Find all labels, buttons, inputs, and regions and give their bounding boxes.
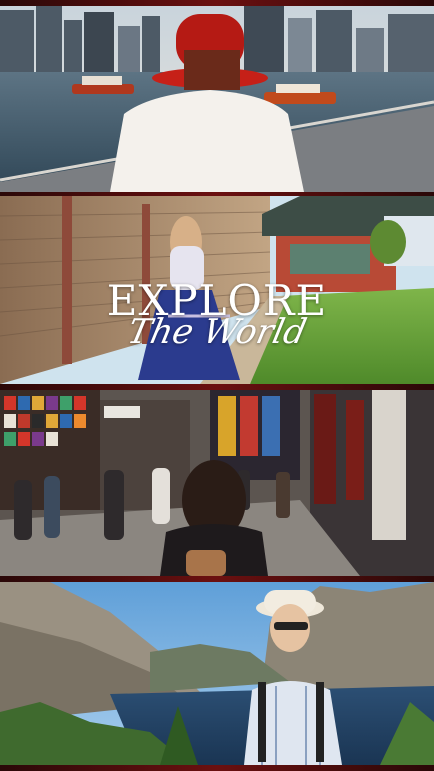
mountain-scene xyxy=(0,582,434,765)
white-shirt xyxy=(110,90,304,192)
bottom-border xyxy=(0,765,434,771)
panel-street xyxy=(0,390,434,576)
panel-mountain xyxy=(0,582,434,765)
street-scene xyxy=(0,390,434,576)
subtitle-text: The World xyxy=(123,312,311,352)
panel-harbor xyxy=(0,6,434,192)
harbor-scene xyxy=(0,6,434,192)
